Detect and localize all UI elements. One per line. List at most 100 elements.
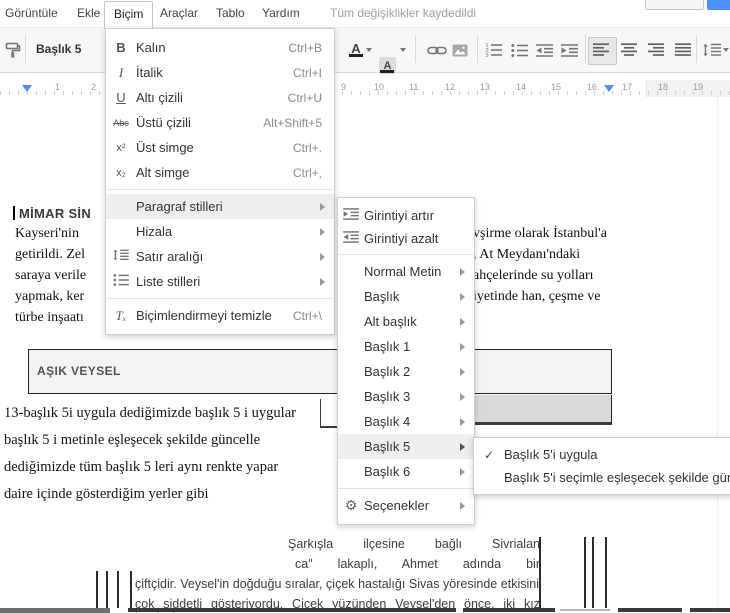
doc-body-line: iyetinde han, çeşme ve bbox=[473, 289, 601, 304]
menu-label: Girintiyi artır bbox=[364, 208, 435, 223]
menu-label: Başlık 6 bbox=[364, 464, 411, 479]
menu-label: Üstü çizili bbox=[136, 115, 191, 130]
list-styles-icon bbox=[106, 274, 136, 289]
menu-item-subtitle[interactable]: Alt başlık bbox=[338, 309, 474, 334]
menu-item-heading3[interactable]: Başlık 3 bbox=[338, 384, 474, 409]
ruler-number: 9 bbox=[341, 82, 347, 92]
share-button[interactable] bbox=[707, 0, 730, 10]
menu-item-line-spacing[interactable]: Satır aralığı bbox=[106, 244, 334, 269]
subscript-icon: x₂ bbox=[116, 166, 126, 179]
menu-label: Satır aralığı bbox=[136, 249, 204, 264]
doc-body-line: getirildi. Zel bbox=[15, 247, 85, 262]
menu-item-bold[interactable]: B Kalın Ctrl+B bbox=[106, 35, 334, 60]
menu-ekle[interactable]: Ekle bbox=[77, 0, 100, 27]
table-border-segment bbox=[463, 608, 555, 612]
menu-item-paragraph-styles[interactable]: Paragraf stilleri bbox=[106, 194, 334, 219]
menu-item-heading2[interactable]: Başlık 2 bbox=[338, 359, 474, 384]
submenu-arrow-icon bbox=[460, 501, 465, 510]
menu-item-strikethrough[interactable]: Abc Üstü çizili Alt+Shift+5 bbox=[106, 110, 334, 135]
menu-tablo[interactable]: Tablo bbox=[216, 0, 245, 27]
line-spacing-button[interactable] bbox=[703, 40, 721, 60]
highlight-dropdown[interactable] bbox=[400, 40, 406, 60]
increase-indent-icon bbox=[561, 43, 578, 57]
menu-item-increase-indent[interactable]: Girintiyi artır bbox=[338, 204, 474, 227]
chevron-down-icon bbox=[400, 48, 406, 52]
increase-indent-button[interactable] bbox=[561, 40, 578, 60]
menu-label: Hizala bbox=[136, 224, 173, 239]
menu-item-align[interactable]: Hizala bbox=[106, 219, 334, 244]
line-spacing-dropdown[interactable] bbox=[723, 40, 729, 60]
comments-button[interactable] bbox=[645, 0, 704, 10]
menu-item-options[interactable]: ⚙ Seçenekler bbox=[338, 493, 474, 518]
align-justify-button[interactable] bbox=[675, 40, 691, 60]
menu-item-normal-text[interactable]: Normal Metin bbox=[338, 259, 474, 284]
menu-item-heading6[interactable]: Başlık 6 bbox=[338, 459, 474, 484]
clear-formatting-icon: Tₓ bbox=[115, 307, 127, 323]
menu-araclar[interactable]: Araçlar bbox=[160, 0, 198, 27]
scrollbar-edge bbox=[717, 97, 718, 613]
submenu-arrow-icon bbox=[460, 292, 465, 301]
style-selector[interactable]: Başlık 5 bbox=[30, 28, 81, 71]
align-justify-icon bbox=[675, 43, 691, 56]
menu-item-subscript[interactable]: x₂ Alt simge Ctrl+, bbox=[106, 160, 334, 185]
superscript-icon: x² bbox=[116, 141, 126, 154]
menu-label: Başlık 5'i seçimle eşleşecek şekilde gün… bbox=[504, 470, 730, 485]
menu-item-heading5[interactable]: Başlık 5 bbox=[338, 434, 474, 459]
align-left-button[interactable] bbox=[593, 40, 609, 60]
doc-bottom-line: ca" lakaplı, Ahmet adında bir bbox=[295, 557, 540, 571]
align-right-icon bbox=[648, 43, 664, 56]
menu-item-list-styles[interactable]: Liste stilleri bbox=[106, 269, 334, 294]
menu-label: Alt simge bbox=[136, 165, 190, 180]
menu-item-heading1[interactable]: Başlık 1 bbox=[338, 334, 474, 359]
menubar: Görüntüle Ekle Biçim Araçlar Tablo Yardı… bbox=[0, 0, 730, 29]
menu-item-heading4[interactable]: Başlık 4 bbox=[338, 409, 474, 434]
link-icon bbox=[427, 46, 447, 54]
menu-label: Üst simge bbox=[136, 140, 194, 155]
ruler-number: 14 bbox=[516, 82, 527, 92]
shortcut-label: Ctrl+. bbox=[292, 140, 322, 155]
menu-bicim[interactable]: Biçim bbox=[104, 1, 154, 29]
insert-image-button[interactable] bbox=[452, 40, 468, 60]
numbered-list-button[interactable]: 123 bbox=[485, 40, 502, 60]
insert-link-button[interactable] bbox=[427, 40, 447, 60]
table-header-cell[interactable]: AŞIK VEYSEL bbox=[28, 349, 612, 394]
menu-yardim[interactable]: Yardım bbox=[262, 0, 300, 27]
highlight-color-button[interactable]: A bbox=[379, 57, 396, 74]
paragraph-styles-submenu: Girintiyi artır Girintiyi azalt Normal M… bbox=[337, 197, 475, 525]
menu-item-underline[interactable]: U Altı çizili Ctrl+U bbox=[106, 85, 334, 110]
menu-label: Başlık 5 bbox=[364, 439, 411, 454]
menu-item-superscript[interactable]: x² Üst simge Ctrl+. bbox=[106, 135, 334, 160]
save-status: Tüm değişiklikler kaydedildi bbox=[330, 6, 477, 20]
menu-item-decrease-indent[interactable]: Girintiyi azalt bbox=[338, 227, 474, 250]
doc-note-paragraph: 13-başlık 5i uygula dediğimizde başlık 5… bbox=[4, 400, 338, 508]
numbered-list-icon: 123 bbox=[486, 43, 502, 57]
menu-item-italic[interactable]: I İtalik Ctrl+I bbox=[106, 60, 334, 85]
bullet-list-button[interactable] bbox=[511, 40, 528, 60]
table-border-line bbox=[117, 571, 119, 608]
paint-format-button[interactable] bbox=[4, 40, 22, 60]
bullet-list-icon bbox=[511, 43, 528, 57]
menu-label: Kalın bbox=[136, 40, 166, 55]
ruler-number: 11 bbox=[409, 82, 419, 92]
text-color-dropdown[interactable] bbox=[366, 40, 372, 60]
shortcut-label: Ctrl+I bbox=[292, 65, 322, 80]
underline-icon: U bbox=[116, 90, 126, 105]
shortcut-label: Ctrl+\ bbox=[292, 308, 322, 323]
align-right-button[interactable] bbox=[648, 40, 664, 60]
menu-item-title[interactable]: Başlık bbox=[338, 284, 474, 309]
menu-item-apply-heading5[interactable]: ✓ Başlık 5'i uygula bbox=[474, 443, 730, 466]
decrease-indent-button[interactable] bbox=[536, 40, 553, 60]
menu-item-update-heading5[interactable]: Başlık 5'i seçimle eşleşecek şekilde gün… bbox=[474, 466, 730, 489]
ruler-number: 16 bbox=[587, 82, 598, 92]
indent-marker-right[interactable] bbox=[604, 85, 614, 92]
line-spacing-icon bbox=[106, 249, 136, 264]
menu-item-clear-formatting[interactable]: Tₓ Biçimlendirmeyi temizle Ctrl+\ bbox=[106, 303, 334, 328]
menu-label: Altı çizili bbox=[136, 90, 183, 105]
menu-goruntule[interactable]: Görüntüle bbox=[5, 0, 58, 27]
align-center-button[interactable] bbox=[621, 40, 637, 60]
note-line: dediğimizde tüm başlık 5 leri aynı renkt… bbox=[4, 459, 279, 475]
format-menu: B Kalın Ctrl+B I İtalik Ctrl+I U Altı çi… bbox=[105, 28, 335, 335]
text-color-button[interactable]: A bbox=[348, 40, 364, 57]
indent-marker-left[interactable] bbox=[22, 85, 32, 92]
submenu-arrow-icon bbox=[460, 367, 465, 376]
